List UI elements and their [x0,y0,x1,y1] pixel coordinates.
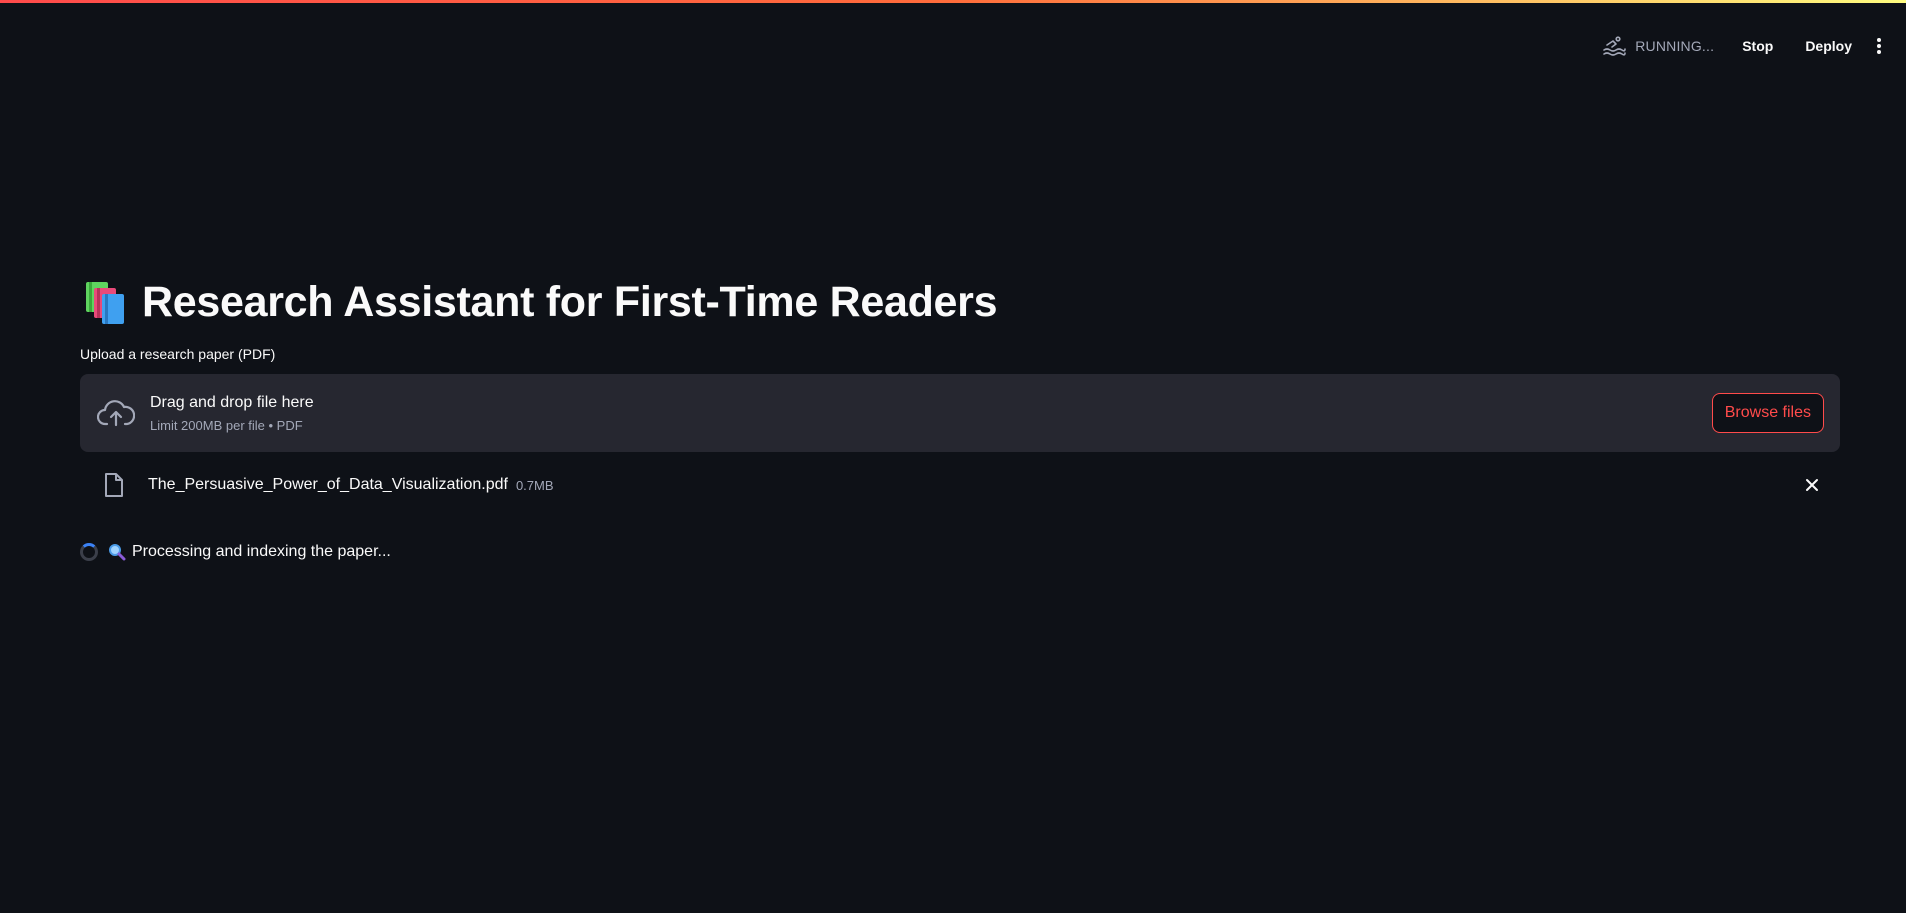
deploy-button[interactable]: Deploy [1795,32,1862,60]
main-content: Research Assistant for First-Time Reader… [80,270,1840,564]
dropzone-text: Drag and drop file here Limit 200MB per … [150,394,314,433]
uploaded-file-name: The_Persuasive_Power_of_Data_Visualizati… [148,476,508,493]
dropzone-subtitle: Limit 200MB per file • PDF [150,417,303,433]
loading-spinner-icon [80,543,98,561]
page-title: Research Assistant for First-Time Reader… [142,277,998,326]
books-emoji-icon [80,278,128,326]
processing-status: Processing and indexing the paper... [80,540,1840,564]
close-icon[interactable] [1802,475,1822,495]
status-text: RUNNING... [1635,38,1715,54]
browse-files-button[interactable]: Browse files [1711,393,1824,433]
top-progress-bar [0,0,1906,3]
dropzone-title: Drag and drop file here [150,393,314,411]
cloud-upload-icon [96,393,136,433]
file-dropzone[interactable]: Drag and drop file here Limit 200MB per … [80,374,1840,452]
running-status: RUNNING... [1601,33,1714,59]
app-header: RUNNING... Stop Deploy [1601,30,1906,62]
stop-button[interactable]: Stop [1732,32,1783,60]
uploader-label: Upload a research paper (PDF) [80,346,276,362]
file-icon [102,471,126,499]
swimmer-icon [1601,33,1627,59]
uploaded-file-size: 0.7MB [515,477,554,493]
page-title-row: Research Assistant for First-Time Reader… [80,270,1840,334]
kebab-menu-icon[interactable] [1868,32,1890,60]
magnifying-glass-icon [108,543,126,561]
processing-text: Processing and indexing the paper... [132,543,391,560]
uploaded-file-row: The_Persuasive_Power_of_Data_Visualizati… [80,470,1840,500]
